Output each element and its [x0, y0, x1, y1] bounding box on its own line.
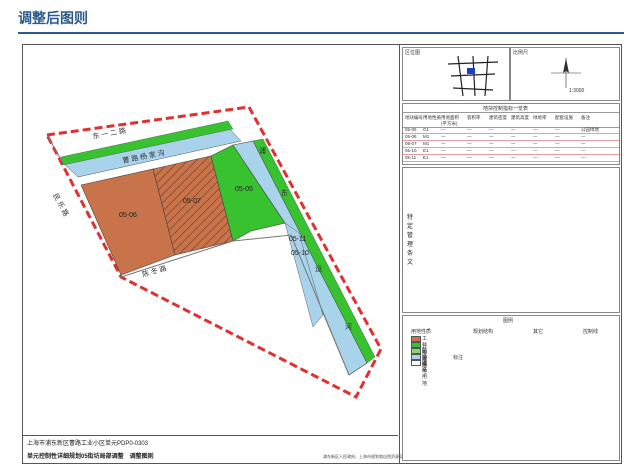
table-cell: — — [555, 134, 560, 139]
table-cell: — — [467, 155, 472, 160]
river-east-label-1: 浦 — [259, 146, 266, 155]
table-cell: — — [555, 155, 560, 160]
map-svg: 05-06 05-07 05-05 05-11 05-10 东 一 二 路 曹 … — [44, 105, 383, 400]
special-rules-box: 特定管理条文 — [402, 167, 620, 313]
table-cell: — — [441, 148, 446, 153]
table-cell: — — [511, 148, 516, 153]
table-cell: M1 — [423, 141, 430, 146]
legend-title: 图例 — [503, 318, 514, 324]
location-label: 区位图 — [405, 50, 421, 56]
table-cell: — — [441, 141, 446, 146]
parcel-label-05-07: 05-07 — [183, 198, 201, 205]
table-header-cell: 建筑高度 — [511, 115, 529, 120]
table-cell: — — [533, 141, 538, 146]
page-title: 调整后图则 — [18, 10, 88, 26]
table-header-cell: 地块编号 — [405, 115, 423, 120]
green-strip-east — [252, 138, 376, 364]
table-cell: — — [555, 127, 560, 132]
river-east-label-4: 河 — [345, 323, 352, 331]
legend-sub-title: 标注 — [453, 355, 464, 361]
table-cell: E1 — [423, 155, 429, 160]
table-header-cell: 建筑密度 — [489, 115, 507, 120]
scale-label: 比例尺 — [513, 50, 529, 56]
table-cell: — — [533, 148, 538, 153]
table-cell: — — [489, 148, 494, 153]
river-east-label-3: 运 — [315, 265, 322, 273]
legend-swatch — [411, 360, 421, 366]
table-title: 地块控制指标一览表 — [483, 106, 529, 112]
parcel-label-05-11: 05-11 — [289, 236, 306, 243]
table-cell: — — [441, 134, 446, 139]
table-cell: — — [489, 141, 494, 146]
plan-sheet: 05-06 05-07 05-05 05-11 05-10 东 一 二 路 曹 … — [22, 44, 622, 464]
legend-group-label: 规划结构 — [473, 329, 494, 335]
legend-group-label: 用地性质 — [411, 329, 432, 335]
special-rules-label: 特定管理条文 — [406, 215, 413, 266]
table-cell: — — [441, 155, 446, 160]
table-cell: M1 — [423, 134, 430, 139]
table-cell: — — [511, 134, 516, 139]
legend-item-label: 道路用地 — [422, 360, 428, 387]
table-cell: — — [555, 148, 560, 153]
table-cell: — — [467, 141, 472, 146]
table-header-cell: 容积率 — [467, 115, 481, 120]
parcel-label-05-06: 05-06 — [119, 212, 137, 219]
table-cell: — — [581, 134, 586, 139]
table-cell: — — [511, 127, 516, 132]
table-header-cell: 备注 — [581, 115, 590, 120]
bottom-title-block: 上海市浦东新区曹路工业小区单元PDP0-0303 单元控制性详细规划05街坊局部… — [23, 435, 403, 463]
table-cell: — — [511, 155, 516, 160]
table-cell: 05-07 — [405, 141, 417, 146]
legend-group-label: 控制线 — [583, 329, 599, 335]
table-cell: G1 — [423, 127, 430, 132]
table-cell: — — [467, 148, 472, 153]
parcel-label-05-05: 05-05 — [235, 186, 253, 193]
location-map — [443, 54, 503, 98]
table-header-cell: 配套设施 — [555, 115, 573, 120]
table-cell: — — [489, 155, 494, 160]
table-cell: — — [467, 134, 472, 139]
table-cell: — — [441, 127, 446, 132]
table-cell: — — [511, 141, 516, 146]
table-cell: — — [489, 134, 494, 139]
plan-title-line2: 单元控制性详细规划05街坊局部调整 调整图则 — [27, 454, 154, 460]
table-cell: 05-05 — [405, 127, 417, 132]
legend-group-label: 其它 — [533, 329, 544, 335]
legend-box: 图例 用地性质 规划结构 其它 控制线 工业用地 公园绿地 防护绿地 水域 道路用地 标注 — [402, 315, 620, 461]
table-header-cell: 用地性质 — [423, 115, 441, 120]
title-rule — [18, 32, 624, 34]
table-cell: — — [467, 127, 472, 132]
table-cell: — — [533, 155, 538, 160]
map-area: 05-06 05-07 05-05 05-11 05-10 东 一 二 路 曹 … — [23, 45, 398, 435]
table-header-cell: 绿地率 — [533, 115, 547, 120]
plan-title-line1: 上海市浦东新区曹路工业小区单元PDP0-0303 — [27, 441, 149, 447]
table-cell: 05-10 — [405, 148, 417, 153]
control-table: 地块控制指标一览表 地块编号 用地性质 用地面积(平方米) 容积率 建筑密度 建筑高度 绿地… — [402, 103, 620, 165]
table-cell: E1 — [423, 148, 429, 153]
road-west-label: 民 乐 路 — [51, 192, 71, 218]
location-box: 区位图 — [402, 47, 510, 101]
river-east-label-2: 东 — [281, 188, 288, 197]
north-arrow-icon — [551, 58, 581, 88]
table-row: 05-11 E1 — — — — — — — — [403, 154, 619, 162]
table-cell: 05-11 — [405, 155, 417, 160]
table-cell: — — [489, 127, 494, 132]
scale-box: 比例尺 1:3000 — [510, 47, 620, 101]
table-cell: — — [533, 127, 538, 132]
parcel-label-05-10: 05-10 — [291, 250, 309, 257]
table-cell: — — [555, 141, 560, 146]
table-cell: — — [581, 141, 586, 146]
scale-value: 1:3000 — [569, 88, 585, 94]
table-cell: — — [581, 148, 586, 153]
right-panel: 区位图 比例尺 1:3000 地块控制指标一览表 地块编号 用地性质 用地面积(平方… — [399, 45, 622, 463]
table-cell: — — [533, 134, 538, 139]
table-cell: 05-06 — [405, 134, 417, 139]
table-cell: — — [581, 155, 586, 160]
